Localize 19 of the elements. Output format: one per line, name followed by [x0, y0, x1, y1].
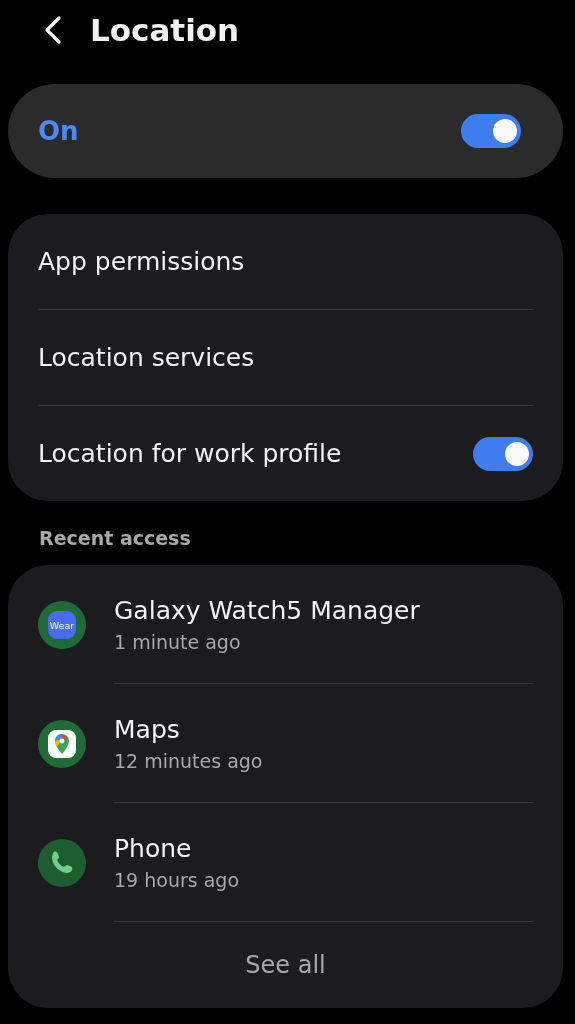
- settings-item[interactable]: App permissions: [38, 247, 245, 276]
- app-icon: Wear: [38, 600, 86, 649]
- toggle-switch[interactable]: [461, 114, 521, 148]
- access-time: 19 hours ago: [114, 868, 240, 891]
- access-time: 12 minutes ago: [114, 749, 264, 772]
- map-pin-icon: [38, 719, 86, 768]
- toggle-switch[interactable]: [473, 436, 533, 471]
- see-all-link[interactable]: See all: [245, 951, 326, 979]
- app-name[interactable]: Phone: [114, 833, 533, 863]
- switch-label: On: [38, 116, 79, 146]
- app-name[interactable]: Maps: [114, 714, 533, 744]
- section-heading: Recent access: [38, 526, 192, 551]
- phone-icon: [38, 838, 86, 887]
- master-switch-card[interactable]: On: [8, 84, 563, 178]
- page-title: Location: [90, 12, 240, 48]
- access-time: 1 minute ago: [114, 630, 242, 653]
- app-name[interactable]: Galaxy Watch5 Manager: [114, 595, 533, 625]
- settings-item[interactable]: Location services: [38, 343, 255, 372]
- settings-item[interactable]: Location for work profile: [38, 439, 342, 468]
